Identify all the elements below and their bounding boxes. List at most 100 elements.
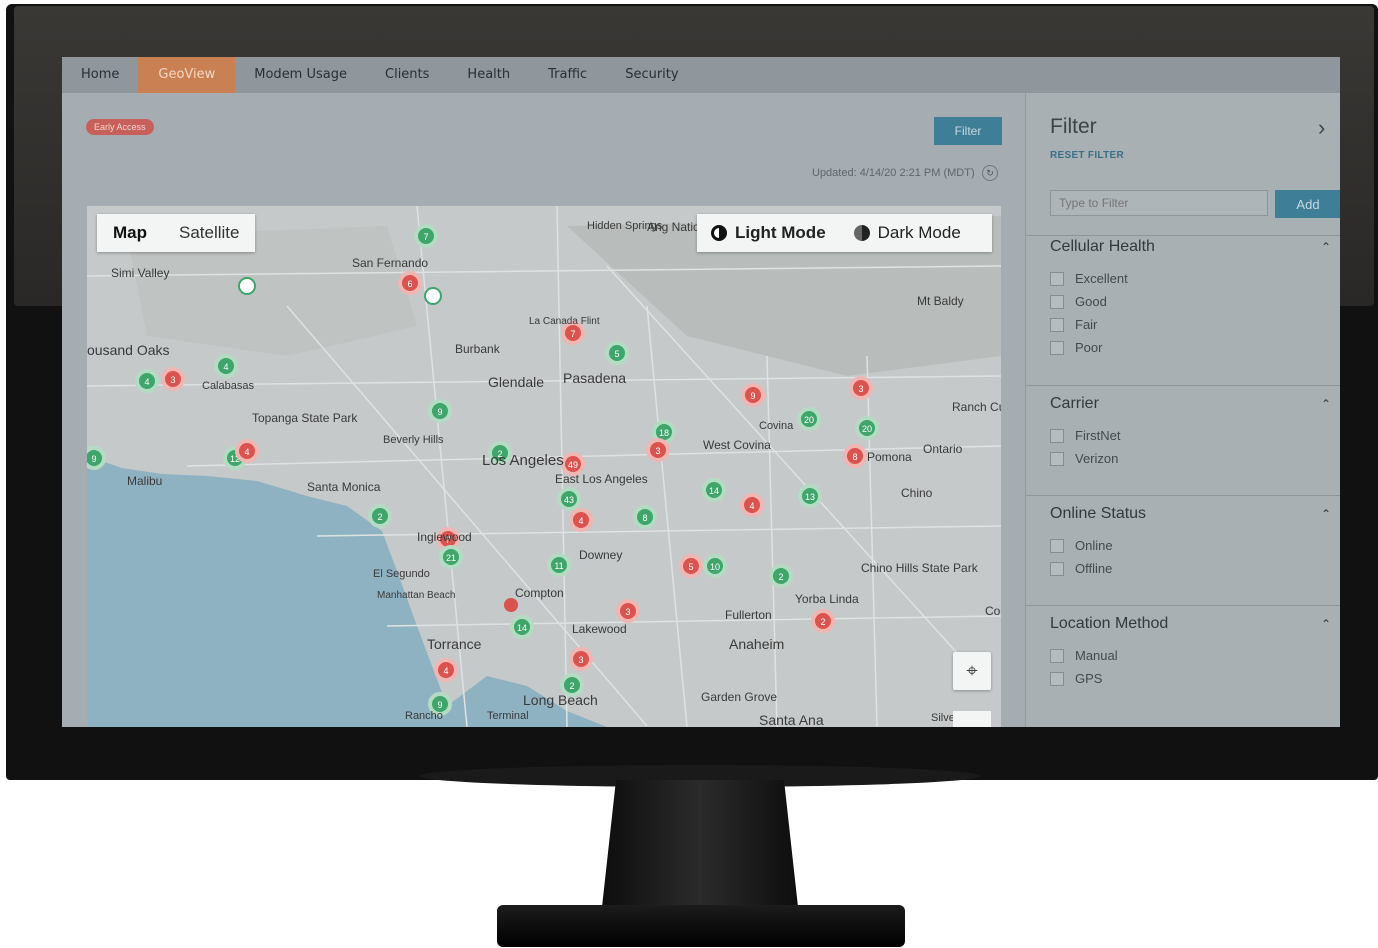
checkbox[interactable]: [1050, 648, 1064, 663]
monitor-stand-neck: [600, 780, 800, 925]
filter-option[interactable]: FirstNet: [1050, 424, 1340, 447]
chevron-right-icon[interactable]: ›: [1318, 115, 1325, 141]
option-label: FirstNet: [1075, 428, 1121, 443]
place-label: Torrance: [427, 636, 482, 652]
contrast-icon: [711, 225, 727, 241]
place-label: Santa Ana: [759, 712, 824, 727]
section-location-method: Location Method ⌃ Manual GPS: [1026, 605, 1340, 690]
chevron-up-icon[interactable]: ⌃: [1321, 617, 1331, 631]
option-label: Manual: [1075, 648, 1118, 663]
checkbox[interactable]: [1050, 451, 1064, 466]
marker-label: 9: [437, 407, 442, 417]
place-label: Rancho: [405, 710, 443, 722]
locate-me-button[interactable]: ⌖: [953, 652, 991, 690]
marker-label: 18: [659, 428, 669, 438]
marker-label: 2: [820, 617, 825, 627]
tab-traffic[interactable]: Traffic: [529, 57, 606, 93]
map-type-map[interactable]: Map: [97, 223, 163, 243]
chevron-up-icon[interactable]: ⌃: [1321, 240, 1331, 254]
filter-option[interactable]: Good: [1050, 290, 1340, 313]
top-nav: Home GeoView Modem Usage Clients Health …: [62, 57, 1340, 93]
checkbox[interactable]: [1050, 538, 1064, 553]
app-screen: Home GeoView Modem Usage Clients Health …: [62, 57, 1340, 727]
place-label: Pasadena: [563, 370, 627, 386]
place-label: La Canada Flint: [529, 316, 600, 327]
monitor-stand-base: [497, 905, 905, 947]
light-mode-button[interactable]: Light Mode: [697, 223, 840, 243]
place-label: Beverly Hills: [383, 434, 444, 446]
place-label: Silve: [931, 712, 955, 724]
map-type-satellite[interactable]: Satellite: [163, 223, 255, 243]
filter-option[interactable]: Manual: [1050, 644, 1340, 667]
section-title[interactable]: Online Status: [1050, 505, 1340, 527]
filter-option[interactable]: Offline: [1050, 557, 1340, 580]
add-filter-button[interactable]: Add: [1275, 190, 1340, 218]
marker-label: 13: [805, 492, 815, 502]
filter-option[interactable]: Excellent: [1050, 267, 1340, 290]
place-label: Los Angeles: [482, 452, 564, 469]
filter-option[interactable]: Online: [1050, 534, 1340, 557]
marker-label: 2: [377, 512, 382, 522]
tab-geoview[interactable]: GeoView: [138, 57, 236, 93]
checkbox[interactable]: [1050, 340, 1064, 355]
marker-label: 3: [655, 446, 660, 456]
checkbox[interactable]: [1050, 317, 1064, 332]
checkbox[interactable]: [1050, 428, 1064, 443]
marker-label: 3: [858, 384, 863, 394]
place-label: Pomona: [867, 450, 912, 464]
marker-label: 4: [144, 377, 149, 387]
dark-mode-button[interactable]: Dark Mode: [840, 223, 975, 243]
filter-search-input[interactable]: [1050, 190, 1268, 216]
option-label: GPS: [1075, 671, 1103, 686]
marker-label: 6: [407, 279, 412, 289]
checkbox[interactable]: [1050, 561, 1064, 576]
tab-modem-usage[interactable]: Modem Usage: [235, 57, 366, 93]
checkbox[interactable]: [1050, 671, 1064, 686]
place-label: San Fernando: [352, 256, 429, 270]
filter-option[interactable]: Verizon: [1050, 447, 1340, 470]
reset-filter-link[interactable]: RESET FILTER: [1050, 150, 1124, 161]
checkbox[interactable]: [1050, 271, 1064, 286]
filter-button[interactable]: Filter: [934, 117, 1002, 145]
marker-checked: [424, 287, 442, 305]
filter-panel-title: Filter: [1050, 115, 1097, 138]
section-title[interactable]: Cellular Health: [1050, 238, 1340, 260]
option-label: Poor: [1075, 340, 1103, 355]
marker-label: 5: [688, 562, 693, 572]
marker-label: 7: [570, 329, 575, 339]
filter-option[interactable]: Poor: [1050, 336, 1340, 359]
refresh-icon[interactable]: ↻: [982, 165, 998, 181]
chevron-up-icon[interactable]: ⌃: [1321, 397, 1331, 411]
place-label: Santa Monica: [307, 480, 381, 494]
main-content: Early Access Filter Updated: 4/14/20 2:2…: [62, 93, 1025, 727]
section-title[interactable]: Carrier: [1050, 395, 1340, 417]
tab-health[interactable]: Health: [448, 57, 529, 93]
crosshair-icon: ⌖: [966, 659, 978, 682]
marker-label: 8: [852, 452, 857, 462]
chevron-up-icon[interactable]: ⌃: [1321, 507, 1331, 521]
place-label: West Covina: [703, 438, 771, 452]
place-label: Malibu: [127, 474, 163, 488]
map-view[interactable]: 7 6 4 4 3 7 5 9 9 2 18 9 20 20 3 3 8 49 …: [87, 206, 1001, 727]
checkbox[interactable]: [1050, 294, 1064, 309]
tab-home[interactable]: Home: [62, 57, 138, 93]
marker-label: 9: [437, 700, 442, 710]
marker-label: 8: [642, 513, 647, 523]
marker-alert: [504, 598, 518, 612]
marker-label: 4: [443, 666, 448, 676]
map-type-control: Map Satellite: [97, 214, 256, 252]
place-label: Co: [985, 604, 1001, 618]
tab-security[interactable]: Security: [606, 57, 697, 93]
place-label: El Segundo: [373, 568, 430, 580]
tab-clients[interactable]: Clients: [366, 57, 448, 93]
place-label: Downey: [579, 548, 623, 562]
section-title[interactable]: Location Method: [1050, 615, 1340, 637]
section-divider: [1026, 235, 1340, 236]
place-label: Topanga State Park: [252, 411, 358, 425]
updated-timestamp: Updated: 4/14/20 2:21 PM (MDT): [812, 167, 975, 179]
filter-option[interactable]: Fair: [1050, 313, 1340, 336]
marker-label: 9: [91, 454, 96, 464]
marker-label: 7: [423, 232, 428, 242]
zoom-control[interactable]: [953, 711, 991, 727]
filter-option[interactable]: GPS: [1050, 667, 1340, 690]
